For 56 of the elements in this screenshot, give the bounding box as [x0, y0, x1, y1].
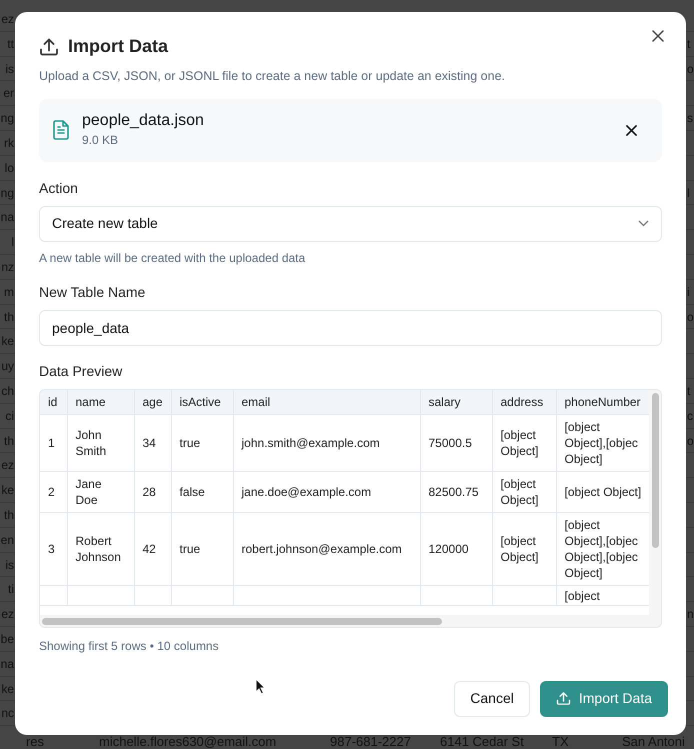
table-cell: jane.doe@example.com — [242, 485, 372, 500]
table-cell: 3 — [48, 542, 55, 556]
file-name: people_data.json — [82, 111, 205, 132]
table-cell: 2 — [48, 485, 55, 500]
table-cell: robert.johnson@example.com — [242, 542, 402, 556]
close-icon — [626, 124, 636, 136]
table-cell: Robert Johnson — [76, 534, 121, 564]
table-cell: 1 — [48, 436, 55, 450]
table-cell: [object Object] — [564, 485, 642, 500]
table-cell: 34 — [142, 436, 156, 450]
column-header: salary — [420, 390, 492, 415]
field-label: New Table Name — [39, 282, 146, 302]
column-header: name — [67, 390, 134, 415]
table-cell: 28 — [142, 485, 156, 500]
table-cell: john.smith@example.com — [242, 436, 380, 450]
table-cell: true — [180, 542, 200, 556]
cancel-button[interactable]: Cancel — [454, 680, 530, 717]
vertical-scrollbar[interactable] — [649, 390, 661, 615]
field-label: Data Preview — [39, 362, 124, 381]
scrollbar-thumb[interactable] — [652, 392, 659, 548]
table-cell: [object — [564, 589, 600, 604]
table-cell: John Smith — [76, 428, 106, 458]
chevron-down-icon — [638, 220, 649, 228]
close-icon — [652, 30, 664, 42]
upload-icon — [556, 691, 571, 706]
table-cell: 75000.5 — [428, 436, 472, 450]
table-cell: 42 — [142, 542, 156, 556]
action-dropdown[interactable]: Create new table — [39, 206, 662, 242]
column-header: isActive — [171, 390, 233, 415]
file-size: 9.0 KB — [82, 132, 120, 150]
field-hint: A new table will be created with the uploaded data — [39, 250, 306, 267]
table-cell: false — [180, 485, 205, 500]
preview-summary: Showing first 5 rows • 10 columns — [39, 638, 220, 655]
dialog-title: Import Data — [68, 35, 168, 58]
table-cell: [object Object] — [500, 477, 539, 508]
horizontal-scrollbar[interactable] — [40, 614, 661, 627]
column-header: email — [233, 390, 420, 415]
dialog-description: Upload a CSV, JSON, or JSONL file to create a new table or update an existing one. — [39, 68, 506, 85]
table-cell: [object Object] — [500, 428, 539, 458]
column-header: id — [40, 390, 67, 415]
table-cell: Jane Doe — [76, 477, 102, 508]
upload-icon — [39, 36, 59, 56]
column-header: age — [134, 390, 171, 415]
scrollbar-thumb[interactable] — [42, 618, 442, 625]
table-cell: [object Object],[objec Object],[objec Object] — [564, 518, 638, 580]
import-data-button[interactable]: Import Data — [540, 680, 668, 717]
table-cell: [object Object],[objec Object] — [564, 420, 638, 466]
field-label: Action — [39, 178, 79, 198]
table-cell: [object Object] — [500, 534, 539, 564]
column-header: address — [492, 390, 556, 415]
table-cell: true — [180, 436, 200, 450]
mouse-pointer-icon — [255, 678, 266, 695]
table-name-field[interactable]: people_data — [39, 310, 662, 346]
document-icon — [52, 120, 70, 140]
table-cell: 120000 — [428, 542, 469, 556]
table-cell: 82500.75 — [428, 485, 479, 500]
